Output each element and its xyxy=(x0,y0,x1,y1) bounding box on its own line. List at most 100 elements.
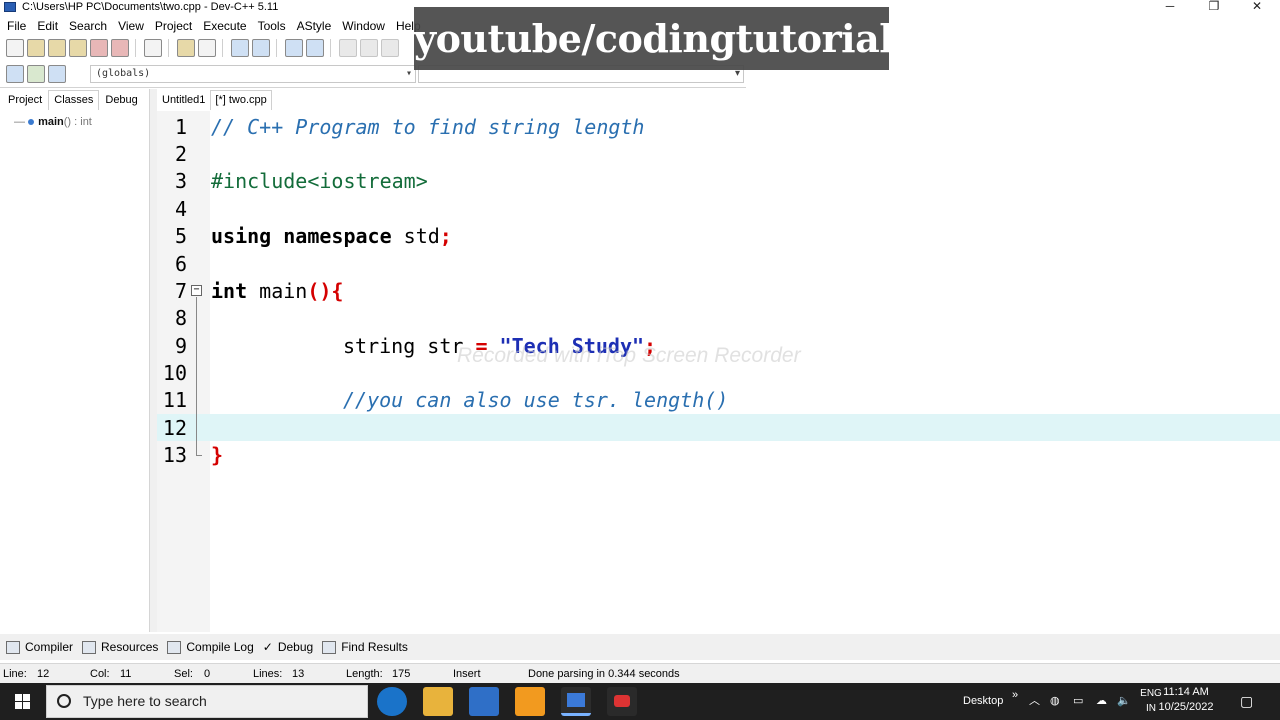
status-mode: Insert xyxy=(453,668,481,680)
line-number: 9 xyxy=(174,334,187,358)
tab-project[interactable]: Project xyxy=(2,90,48,110)
tab-resources[interactable]: Resources xyxy=(82,640,158,654)
bookmark-icon[interactable] xyxy=(381,39,399,57)
tab-two-cpp[interactable]: [*] two.cpp xyxy=(210,90,272,110)
store-icon[interactable] xyxy=(469,687,499,716)
volume-icon[interactable]: 🔈 xyxy=(1117,683,1131,720)
edge-icon[interactable] xyxy=(377,687,407,716)
desktop-toolbar-label[interactable]: Desktop xyxy=(963,683,1003,720)
sublime-icon[interactable] xyxy=(515,687,545,716)
battery-icon[interactable]: ▭ xyxy=(1073,683,1083,720)
fold-guide xyxy=(196,297,197,455)
tab-untitled1[interactable]: Untitled1 xyxy=(157,90,210,110)
menu-file[interactable]: File xyxy=(7,19,26,33)
tab-debug[interactable]: Debug xyxy=(99,90,143,110)
toolbar-divider xyxy=(0,87,746,88)
taskbar-search-input[interactable]: Type here to search xyxy=(46,685,368,718)
line-number: 1 xyxy=(174,115,187,139)
window-title: C:\Users\HP PC\Documents\two.cpp - Dev-C… xyxy=(22,1,279,13)
status-sel: 0 xyxy=(204,668,211,680)
cloud-icon[interactable]: ☁ xyxy=(1096,683,1107,720)
check-icon: ✓ xyxy=(262,640,273,654)
dev-cpp-window: C:\Users\HP PC\Documents\two.cpp - Dev-C… xyxy=(0,0,1280,720)
chevron-right-icon[interactable]: » xyxy=(1012,677,1018,714)
status-sel-label: Sel: xyxy=(174,668,193,680)
tree-item-main[interactable]: main xyxy=(38,116,64,128)
tab-compiler[interactable]: Compiler xyxy=(6,640,73,654)
tab-label: Compiler xyxy=(25,640,74,654)
code-line-13: } xyxy=(211,442,223,469)
print-icon[interactable] xyxy=(144,39,162,57)
fold-toggle-icon[interactable]: − xyxy=(191,285,202,296)
menu-search[interactable]: Search xyxy=(69,19,107,33)
add-to-project-icon[interactable] xyxy=(27,65,45,83)
left-panel-tabs: Project Classes Debug xyxy=(2,90,144,110)
recorder-watermark: Recorded with iTop Screen Recorder xyxy=(457,344,801,367)
file-explorer-icon[interactable] xyxy=(423,687,453,716)
minimize-icon[interactable]: ─ xyxy=(1160,0,1180,14)
close-file-icon[interactable] xyxy=(90,39,108,57)
tab-debug-output[interactable]: ✓ Debug xyxy=(263,640,313,654)
replace-icon[interactable] xyxy=(252,39,270,57)
line-number: 4 xyxy=(174,197,187,221)
line-number: 2 xyxy=(174,142,187,166)
toolbar-separator xyxy=(222,39,228,57)
identifier: main xyxy=(247,279,308,303)
status-line-label: Line: xyxy=(3,668,27,680)
system-clock[interactable]: 11:14 AM 10/25/2022 xyxy=(1146,685,1226,715)
close-icon[interactable]: ✕ xyxy=(1247,0,1267,14)
menu-view[interactable]: View xyxy=(118,19,144,33)
find-icon xyxy=(322,640,337,654)
fold-guide-end xyxy=(196,455,202,456)
open-file-icon[interactable] xyxy=(27,39,45,57)
globe-icon[interactable]: ◍ xyxy=(1050,683,1060,720)
find-icon[interactable] xyxy=(231,39,249,57)
save-icon[interactable] xyxy=(48,39,66,57)
scope-select[interactable]: (globals) ▾ xyxy=(90,65,416,83)
menu-tools[interactable]: Tools xyxy=(258,19,286,33)
new-project-icon[interactable] xyxy=(6,65,24,83)
line-number: 3 xyxy=(174,169,187,193)
redo-icon[interactable] xyxy=(198,39,216,57)
code-line-1: // C++ Program to find string length xyxy=(211,114,644,141)
indent-icon[interactable] xyxy=(285,39,303,57)
menu-project[interactable]: Project xyxy=(155,19,192,33)
forward-icon[interactable] xyxy=(360,39,378,57)
function-icon xyxy=(28,119,35,126)
menu-astyle[interactable]: AStyle xyxy=(297,19,332,33)
status-message: Done parsing in 0.344 seconds xyxy=(528,668,680,680)
undo-icon[interactable] xyxy=(177,39,195,57)
bottom-tabs: Compiler Resources Compile Log ✓ Debug Fi… xyxy=(0,634,1280,660)
chevron-up-icon[interactable]: ︿ xyxy=(1029,683,1040,720)
save-all-icon[interactable] xyxy=(69,39,87,57)
code-line-5: using namespace std; xyxy=(211,223,452,250)
screen-recorder-icon[interactable] xyxy=(607,687,637,716)
new-file-icon[interactable] xyxy=(6,39,24,57)
devcpp-taskbar-icon[interactable] xyxy=(561,687,591,716)
toolbar-separator xyxy=(168,39,174,57)
line-number: 11 xyxy=(162,388,187,412)
windows-start-icon[interactable] xyxy=(0,683,44,720)
status-length-label: Length: xyxy=(346,668,383,680)
unindent-icon[interactable] xyxy=(306,39,324,57)
toolbar-separator xyxy=(135,39,141,57)
menu-window[interactable]: Window xyxy=(342,19,385,33)
brace: (){ xyxy=(307,279,344,303)
declaration: string str xyxy=(343,334,476,358)
menu-edit[interactable]: Edit xyxy=(37,19,58,33)
notification-icon[interactable]: ▢ xyxy=(1240,683,1253,720)
remove-from-project-icon[interactable] xyxy=(48,65,66,83)
current-line-highlight xyxy=(157,414,1280,441)
restore-icon[interactable]: ❐ xyxy=(1204,0,1224,14)
tab-compile-log[interactable]: Compile Log xyxy=(167,640,254,654)
tab-find-results[interactable]: Find Results xyxy=(322,640,408,654)
menu-execute[interactable]: Execute xyxy=(203,19,246,33)
back-icon[interactable] xyxy=(339,39,357,57)
status-length: 175 xyxy=(392,668,411,680)
close-all-icon[interactable] xyxy=(111,39,129,57)
tree-connector: — xyxy=(14,116,29,128)
panel-splitter[interactable] xyxy=(150,89,157,632)
tab-classes[interactable]: Classes xyxy=(48,90,100,110)
compiler-icon xyxy=(6,640,20,654)
preprocessor-directive: #include<iostream> xyxy=(211,169,428,193)
